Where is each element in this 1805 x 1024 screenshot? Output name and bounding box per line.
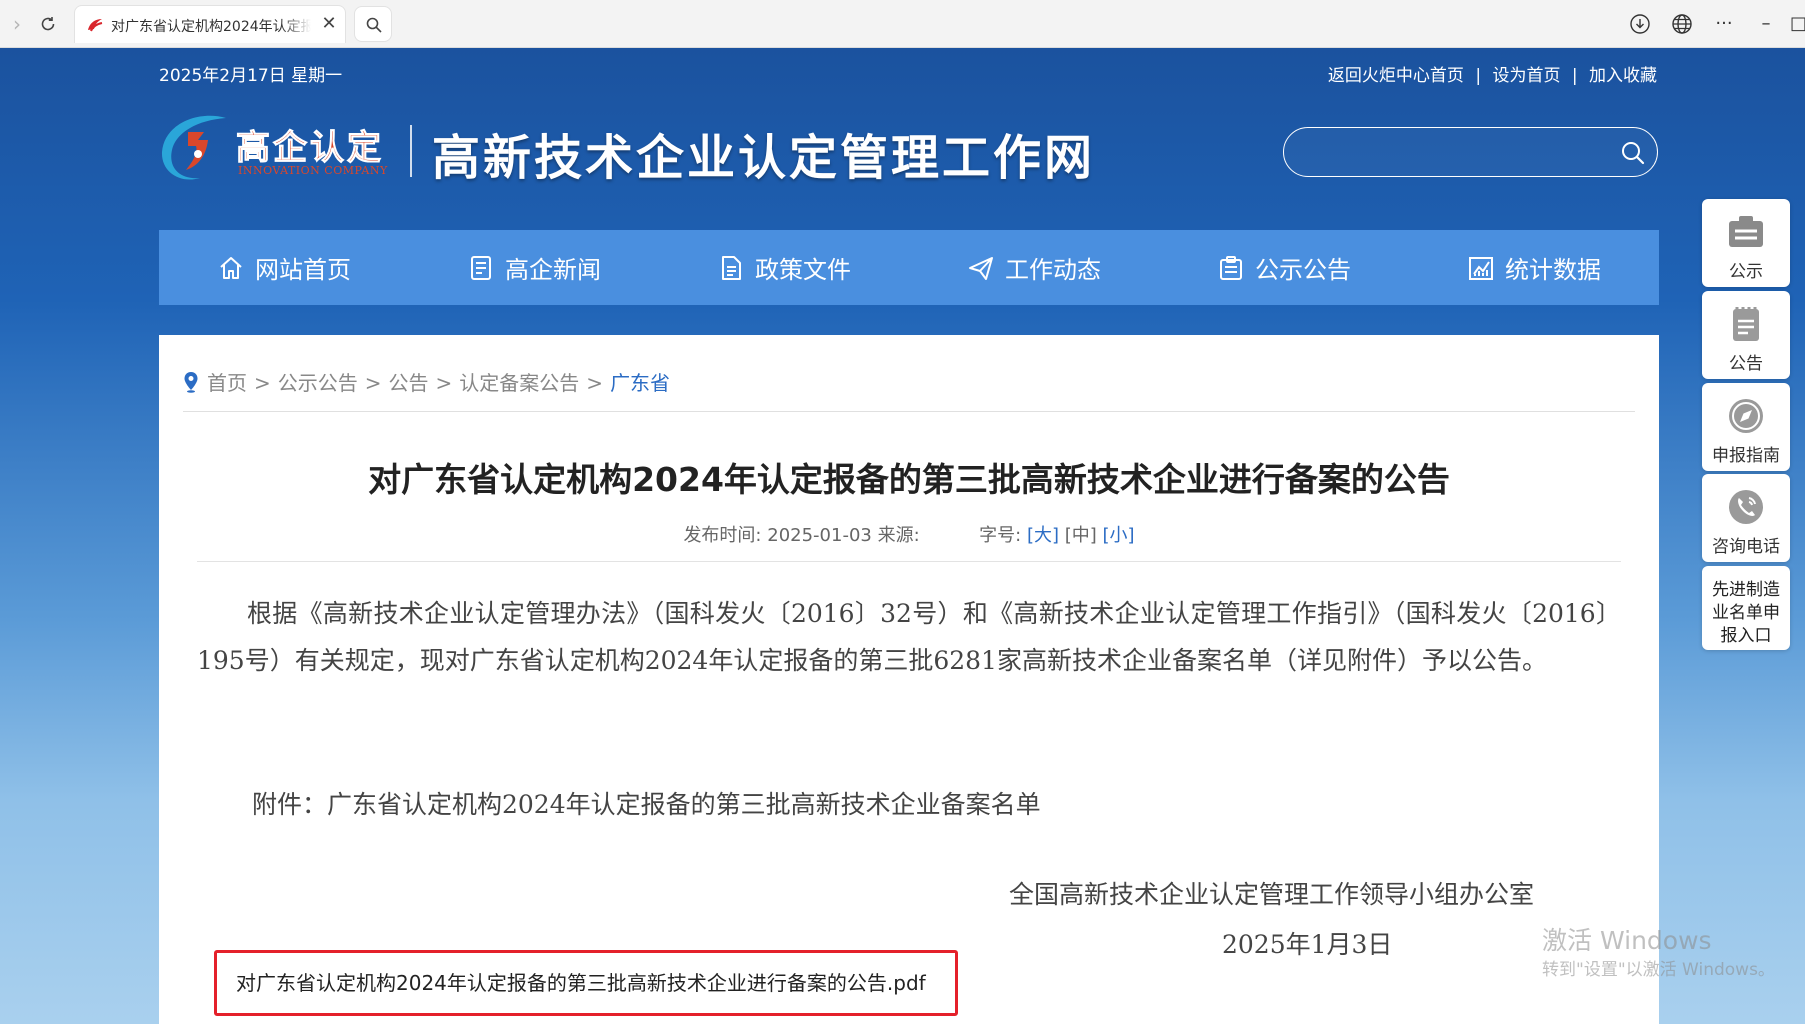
signer: 全国高新技术企业认定管理工作领导小组办公室 [1009,880,1535,909]
publish-label: 发布时间: [683,525,762,546]
side-label: 公告 [1729,354,1763,374]
font-size-large[interactable]: [大] [1027,525,1059,546]
add-favorite-link[interactable]: 加入收藏 [1589,61,1657,86]
site-logo[interactable]: 高企认定 INNOVATION COMPANY [158,110,390,190]
article-body: 根据《高新技术企业认定管理办法》（国科发火〔2016〕32号）和《高新技术企业认… [197,599,1621,675]
breadcrumb-filing[interactable]: 认定备案公告 [459,371,579,395]
side-button-advanced-manufacturing[interactable]: 先进制造 业名单申 报入口 [1702,566,1790,650]
side-button-guide[interactable]: 申报指南 [1702,383,1790,471]
current-date: 2025年2月17日 星期一 [159,66,343,86]
maximize-icon[interactable]: □ [1790,10,1805,38]
side-button-announcement[interactable]: 公告 [1702,291,1790,379]
divider [197,561,1621,562]
side-text-line: 业名单申 [1712,603,1780,623]
nav-label: 工作动态 [1005,256,1101,284]
breadcrumb-separator: > [254,371,271,395]
attachment-text: 附件：广东省认定机构2024年认定报备的第三批高新技术企业备案名单 [252,790,1041,819]
set-homepage-link[interactable]: 设为首页 [1492,61,1560,86]
article-meta: 发布时间: 2025-01-03 来源: 字号: [大] [中] [小] [159,521,1659,547]
phone-icon [1729,490,1763,524]
nav-item-stats[interactable]: 统计数据 [1409,230,1659,305]
refresh-icon[interactable] [34,10,62,38]
side-button-notice[interactable]: 公示 [1702,199,1790,287]
logo-text: 高企认定 [236,128,384,169]
chart-icon [1469,256,1493,280]
nav-label: 公示公告 [1255,256,1351,284]
windows-activation-hint: 转到"设置"以激活 Windows。 [1542,960,1775,980]
logo-divider [410,125,412,177]
close-icon[interactable]: ✕ [318,13,340,35]
notice-board-icon [1729,216,1763,247]
news-icon [471,255,491,280]
clipboard-icon [1220,255,1242,280]
top-links: 返回火炬中心首页 | 设为首页 | 加入收藏 [1328,61,1657,86]
home-link[interactable]: 返回火炬中心首页 [1328,61,1464,86]
link-separator: | [1475,66,1482,86]
paper-plane-icon [969,256,993,280]
side-label: 申报指南 [1712,446,1780,466]
site-title: 高新技术企业认定管理工作网 [432,130,1096,186]
side-text-line: 先进制造 [1712,580,1780,600]
breadcrumb: 首页 > 公示公告 > 公告 > 认定备案公告 > 广东省 [183,367,670,396]
article-title: 对广东省认定机构2024年认定报备的第三批高新技术企业进行备案的公告 [368,460,1450,499]
nav-item-work[interactable]: 工作动态 [909,230,1159,305]
download-icon[interactable] [1626,10,1654,38]
windows-activation-watermark: 激活 Windows [1542,926,1712,955]
main-nav: 网站首页 高企新闻 政策文件 工作动态 公示公告 统计数据 [159,230,1659,305]
article-card: 首页 > 公示公告 > 公告 > 认定备案公告 > 广东省 对广东省认定机构2024年认定报备的… [159,335,1659,1024]
divider [183,411,1635,412]
nav-item-policy[interactable]: 政策文件 [659,230,909,305]
search-icon [366,17,382,33]
home-icon [220,256,242,279]
nav-label: 网站首页 [255,256,351,284]
globe-icon[interactable] [1668,10,1696,38]
nav-label: 政策文件 [755,256,851,284]
nav-item-notices[interactable]: 公示公告 [1159,230,1409,305]
logo-subtext: INNOVATION COMPANY [238,164,388,177]
site-search-input[interactable] [1283,127,1658,177]
breadcrumb-home[interactable]: 首页 [207,371,247,395]
location-pin-icon [184,372,198,393]
site-favicon-icon [88,19,103,32]
source-label: 来源: [877,525,920,546]
font-size-medium[interactable]: [中] [1065,525,1097,546]
side-label: 公示 [1729,262,1763,282]
tab-search-button[interactable] [354,6,392,42]
nav-label: 高企新闻 [505,256,601,284]
font-size-small[interactable]: [小] [1103,525,1135,546]
tab-title: 对广东省认定机构2024年认定报备的第三批高新技术企业进行备案的公告 [111,19,311,35]
nav-label: 统计数据 [1505,256,1601,284]
more-icon[interactable]: ··· [1710,10,1738,38]
browser-toolbar: › 对广东省认定机构2024年认定报备的第三批高新技术企业进行备案的公告 ✕ ·… [0,0,1805,48]
sign-date: 2025年1月3日 [1222,930,1393,959]
side-label: 咨询电话 [1712,537,1780,557]
minimize-icon[interactable]: – [1752,10,1780,38]
breadcrumb-current[interactable]: 广东省 [610,371,670,395]
side-button-phone[interactable]: 咨询电话 [1702,474,1790,562]
nav-item-home[interactable]: 网站首页 [159,230,409,305]
breadcrumb-announcement[interactable]: 公告 [389,371,429,395]
logo-mark-icon [161,115,226,180]
breadcrumb-separator: > [364,371,382,395]
font-size-label: 字号: [979,525,1022,546]
breadcrumb-notices[interactable]: 公示公告 [278,371,358,395]
publish-date: 2025-01-03 [767,525,872,546]
side-entry-text: 先进制造 业名单申 报入口 [1702,566,1790,648]
breadcrumb-separator: > [586,371,604,395]
pdf-attachment-link[interactable]: 对广东省认定机构2024年认定报备的第三批高新技术企业进行备案的公告.pdf [214,950,958,1016]
browser-tab[interactable]: 对广东省认定机构2024年认定报备的第三批高新技术企业进行备案的公告 ✕ [74,5,346,43]
announcement-icon [1733,307,1759,341]
forward-icon[interactable]: › [6,10,28,38]
breadcrumb-separator: > [435,371,453,395]
nav-item-news[interactable]: 高企新闻 [409,230,659,305]
side-text-line: 报入口 [1720,626,1772,646]
link-separator: | [1571,66,1578,86]
search-icon[interactable] [1619,139,1647,167]
document-icon [722,255,741,280]
compass-icon [1729,399,1763,433]
